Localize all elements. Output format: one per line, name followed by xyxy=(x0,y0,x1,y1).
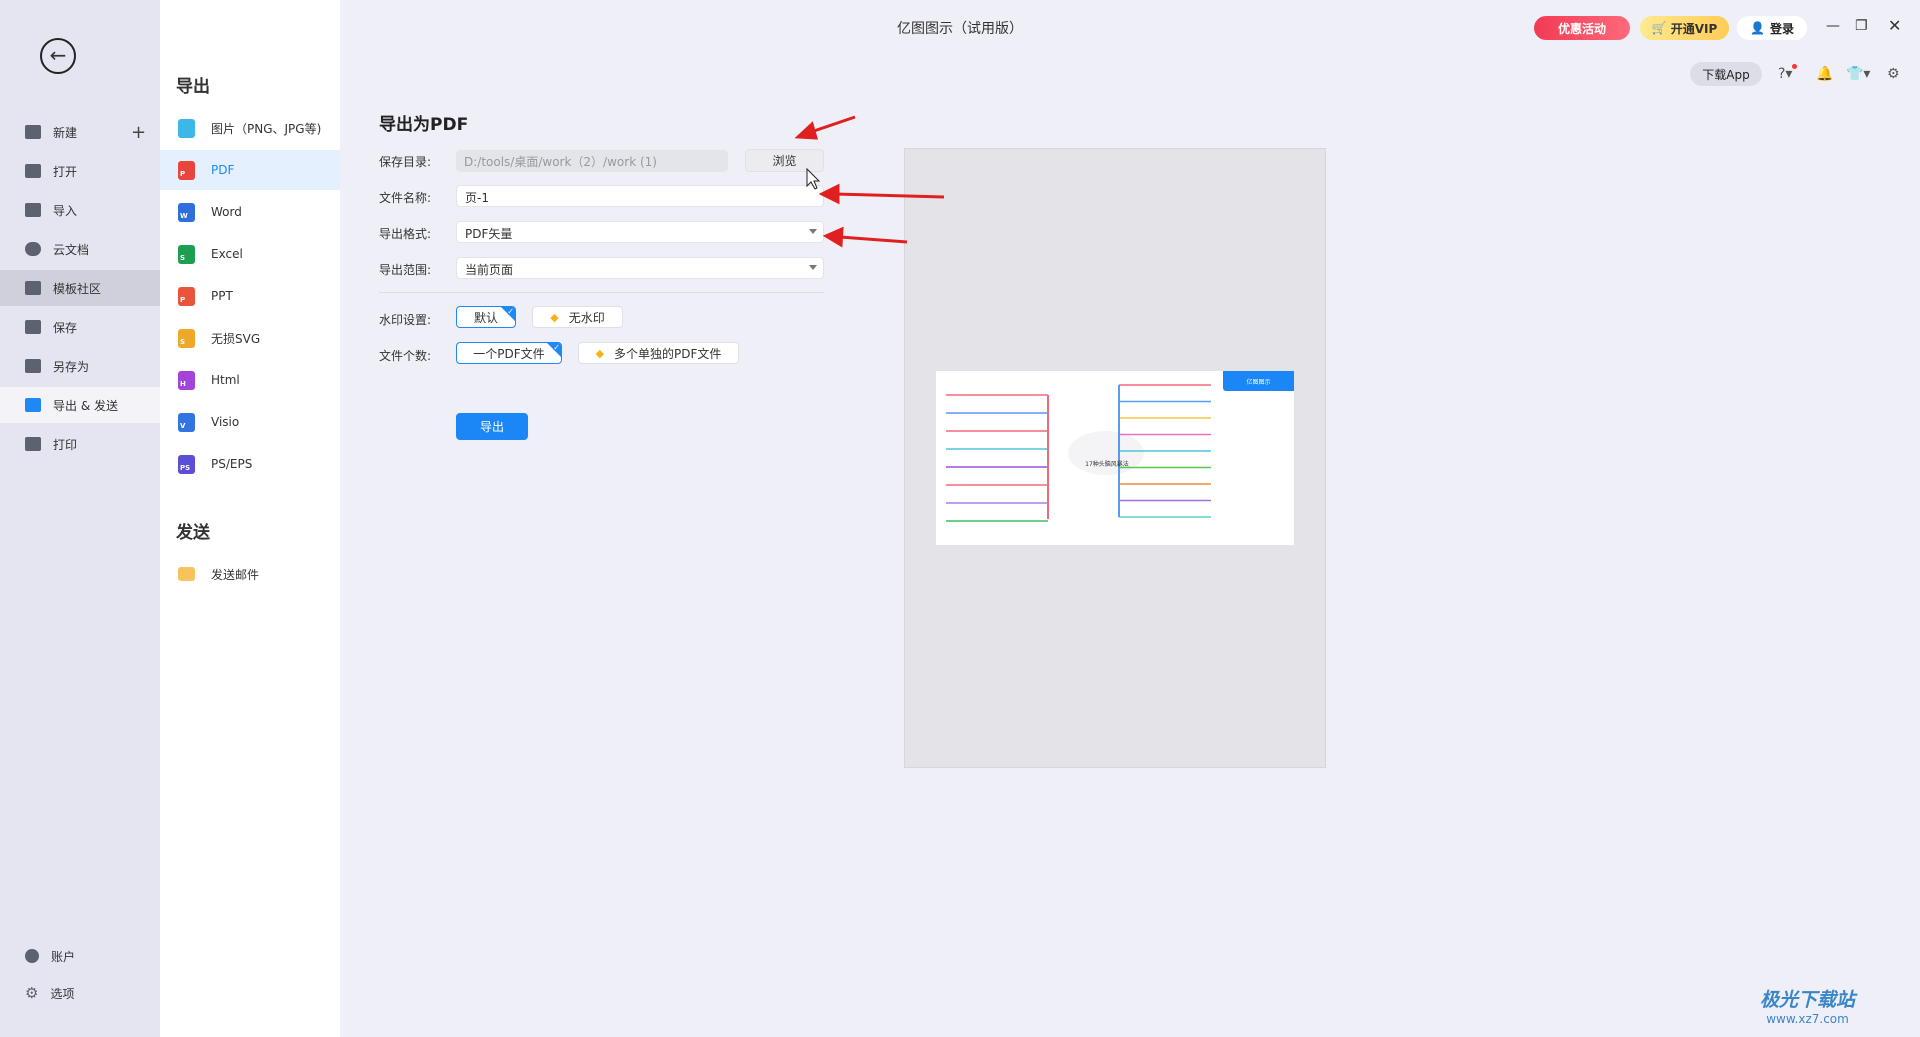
mouse-cursor-icon xyxy=(806,167,821,190)
check-icon: ✓ xyxy=(553,343,560,352)
annotation-arrow xyxy=(839,235,908,244)
annotation-arrow xyxy=(834,192,945,199)
annotation-arrowhead xyxy=(818,183,840,205)
check-icon: ✓ xyxy=(507,307,514,316)
annotation-layer xyxy=(794,115,945,248)
annotation-arrowhead xyxy=(822,226,844,248)
annotation-arrowhead xyxy=(794,121,819,140)
site-watermark: 极光下载站 www.xz7.com xyxy=(1760,989,1856,1026)
